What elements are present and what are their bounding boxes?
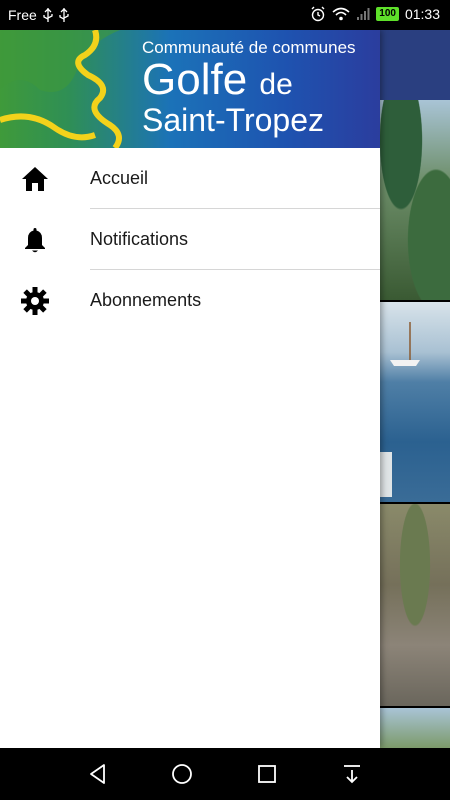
- background-photo-trees[interactable]: [380, 708, 450, 748]
- header-title-de: de: [259, 68, 293, 101]
- signal-icon: [356, 7, 370, 21]
- menu-item-notifications[interactable]: Notifications: [0, 209, 380, 270]
- menu-item-label: Accueil: [90, 168, 149, 188]
- header-title-main: Golfe: [142, 55, 248, 104]
- usb-debug-icon: [59, 8, 69, 22]
- menu-item-label: Abonnements: [90, 290, 202, 310]
- bell-icon: [20, 225, 50, 255]
- wifi-icon: [332, 7, 350, 21]
- background-photo-rocks[interactable]: [380, 504, 450, 706]
- back-button[interactable]: [84, 760, 112, 788]
- background-app-bar: [380, 30, 450, 100]
- background-photo-pines[interactable]: [380, 100, 450, 300]
- back-icon: [90, 764, 105, 784]
- recents-icon: [258, 765, 276, 783]
- menu-item-accueil[interactable]: Accueil: [0, 148, 380, 209]
- alarm-icon: [310, 6, 326, 22]
- usb-icon: [43, 8, 53, 22]
- home-button[interactable]: [168, 760, 196, 788]
- notification-shade-button[interactable]: [338, 760, 366, 788]
- background-photo-sea[interactable]: [380, 302, 450, 502]
- pull-down-icon: [344, 765, 360, 784]
- menu-item-label: Notifications: [90, 229, 189, 249]
- gear-icon: [20, 286, 50, 316]
- carrier-label: Free: [8, 7, 37, 23]
- drawer-header: Communauté de communes Golfe de Saint-Tr…: [0, 30, 380, 148]
- navigation-drawer: Communauté de communes Golfe de Saint-Tr…: [0, 30, 380, 748]
- home-circle-icon: [172, 764, 192, 784]
- system-navigation-bar: [0, 748, 450, 800]
- status-bar: Free 100 01:33: [0, 0, 450, 30]
- drawer-menu: Accueil Notifications Abonnements: [0, 148, 380, 331]
- header-title-place: Saint-Tropez: [142, 102, 324, 138]
- recents-button[interactable]: [253, 760, 281, 788]
- battery-indicator: 100: [376, 7, 399, 21]
- menu-item-abonnements[interactable]: Abonnements: [0, 270, 380, 331]
- home-icon: [20, 164, 50, 194]
- clock: 01:33: [404, 6, 440, 22]
